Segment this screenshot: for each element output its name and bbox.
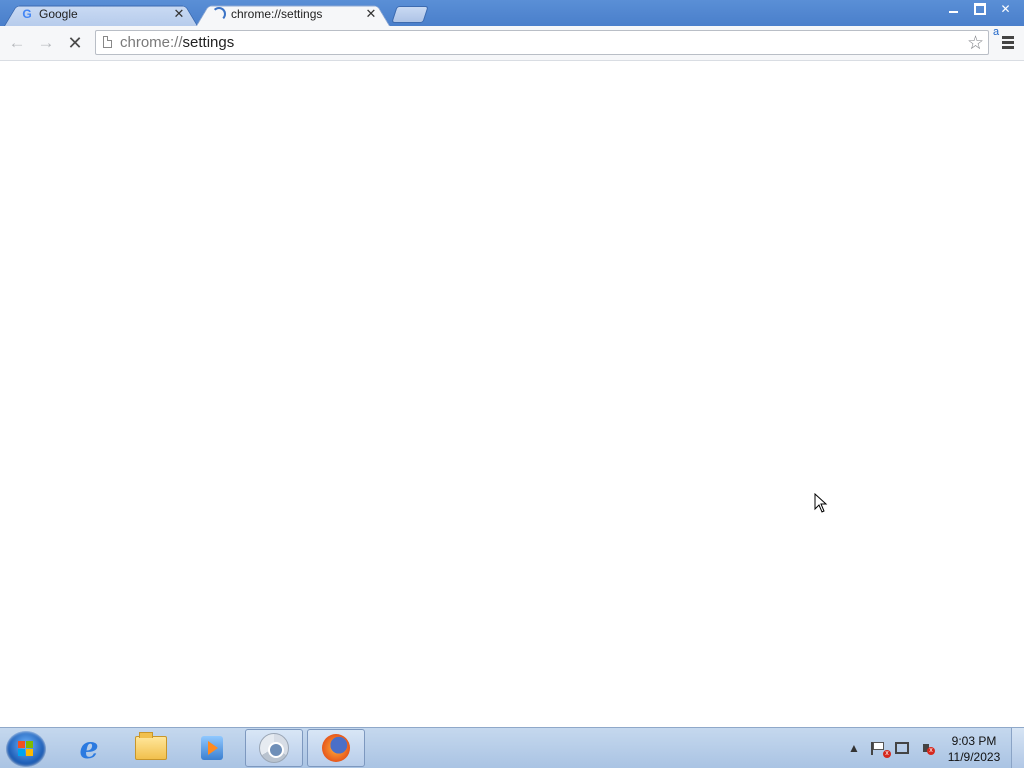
screen: G Google ✕ chrome://settings ✕ ✕ ← → ✕ c…	[0, 0, 1024, 768]
browser-titlebar: G Google ✕ chrome://settings ✕ ✕	[0, 0, 1024, 27]
restore-button[interactable]	[967, 0, 992, 18]
start-button[interactable]	[6, 731, 46, 767]
clock-date: 11/9/2023	[947, 750, 1001, 764]
bookmark-star-icon[interactable]: ☆	[967, 32, 984, 55]
firefox-icon	[322, 734, 350, 762]
clock-time: 9:03 PM	[951, 734, 997, 748]
back-button[interactable]: ←	[6, 32, 28, 54]
taskbar-chrome[interactable]	[245, 729, 303, 767]
volume-muted-icon[interactable]: x	[914, 738, 938, 758]
page-content	[0, 61, 1024, 727]
minimize-button[interactable]	[941, 0, 966, 18]
forward-button[interactable]: →	[35, 32, 57, 54]
browser-toolbar: ← → ✕ chrome://settings ☆ a	[0, 26, 1024, 61]
tab-google[interactable]: G Google ✕	[4, 2, 198, 27]
tab-settings[interactable]: chrome://settings ✕	[196, 2, 390, 27]
system-tray: ▲ x x	[842, 728, 938, 768]
tab-title: chrome://settings	[231, 7, 323, 21]
mouse-cursor-icon	[814, 493, 828, 513]
restore-icon	[973, 3, 986, 15]
extension-icon[interactable]: a	[993, 26, 999, 38]
internet-explorer-icon: e	[79, 730, 99, 766]
loading-spinner-icon	[212, 7, 226, 21]
tab-close-icon[interactable]: ✕	[364, 6, 378, 22]
tab-close-icon[interactable]: ✕	[172, 6, 186, 22]
folder-icon	[135, 732, 167, 760]
google-favicon-icon: G	[22, 7, 32, 21]
taskbar-windows-explorer[interactable]	[122, 729, 180, 767]
network-icon[interactable]	[890, 738, 914, 758]
url-text[interactable]: chrome://settings	[120, 34, 234, 52]
taskbar-clock[interactable]: 9:03 PM 11/9/2023	[944, 733, 1004, 765]
close-window-button[interactable]: ✕	[993, 0, 1018, 18]
windows-logo-icon	[18, 741, 34, 757]
taskbar-firefox[interactable]	[307, 729, 365, 767]
media-player-icon	[201, 736, 223, 760]
minimize-icon	[949, 11, 958, 13]
stop-button[interactable]: ✕	[64, 32, 86, 54]
taskbar-internet-explorer[interactable]: e	[60, 729, 118, 767]
windows-taskbar: e ▲ x x 9:03 PM 11/9/2023	[0, 727, 1024, 768]
action-center-icon[interactable]: x	[866, 738, 891, 758]
taskbar-media-player[interactable]	[183, 729, 241, 767]
address-bar[interactable]: chrome://settings ☆	[95, 30, 989, 55]
window-controls: ✕	[940, 0, 1018, 18]
tab-title: Google	[39, 7, 78, 21]
chrome-menu-icon[interactable]	[1002, 36, 1014, 51]
new-tab-button[interactable]	[391, 6, 429, 23]
chrome-icon	[259, 733, 289, 763]
show-hidden-icons-button[interactable]: ▲	[842, 738, 866, 758]
page-icon	[103, 36, 112, 48]
show-desktop-button[interactable]	[1011, 728, 1024, 768]
